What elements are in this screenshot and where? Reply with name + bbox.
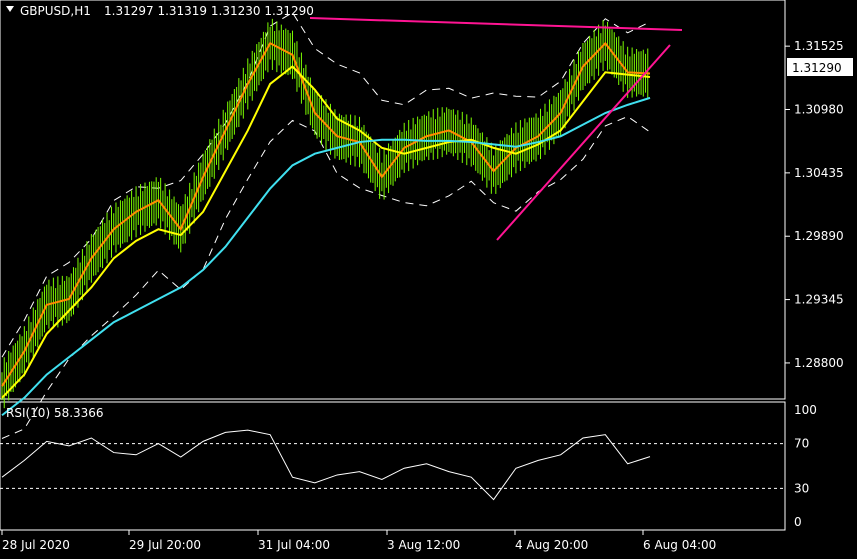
current-price-text: 1.31290 xyxy=(792,61,842,75)
time-tick-label: 4 Aug 20:00 xyxy=(515,538,588,552)
symbol-label: GBPUSD,H1 xyxy=(20,4,91,18)
rsi-tick-label: 0 xyxy=(794,515,802,529)
time-tick-label: 3 Aug 12:00 xyxy=(387,538,460,552)
rsi-label: RSI(10) 58.3366 xyxy=(6,406,104,420)
price-scale: 1.31525 1.30980 1.30435 1.29890 1.29345 1.288… xyxy=(785,39,844,370)
time-tick-label: 6 Aug 04:00 xyxy=(643,538,716,552)
price-tick-label: 1.29345 xyxy=(794,293,844,307)
time-tick-label: 31 Jul 04:00 xyxy=(258,538,330,552)
price-tick-label: 1.31525 xyxy=(794,39,844,53)
rsi-tick-label: 100 xyxy=(794,403,817,417)
time-axis: 28 Jul 2020 29 Jul 20:00 31 Jul 04:00 3 Aug… xyxy=(1,530,716,552)
chart-canvas: GBPUSD,H1 1.31297 1.31319 1.31230 1.3129… xyxy=(0,0,853,552)
current-price-tag: 1.31290 xyxy=(787,58,853,76)
time-tick-label: 28 Jul 2020 xyxy=(2,538,70,552)
rsi-panel xyxy=(0,401,786,531)
price-tick-label: 1.30980 xyxy=(794,103,844,117)
ohlc-label: 1.31297 1.31319 1.31230 1.31290 xyxy=(104,4,314,18)
price-tick-label: 1.29890 xyxy=(794,229,844,243)
rsi-scale: 100 70 30 0 xyxy=(794,403,817,529)
price-tick-label: 1.30435 xyxy=(794,166,844,180)
main-panel xyxy=(0,0,786,400)
rsi-tick-label: 30 xyxy=(794,481,809,495)
rsi-tick-label: 70 xyxy=(794,437,809,451)
price-tick-label: 1.28800 xyxy=(794,356,844,370)
time-tick-label: 29 Jul 20:00 xyxy=(129,538,201,552)
